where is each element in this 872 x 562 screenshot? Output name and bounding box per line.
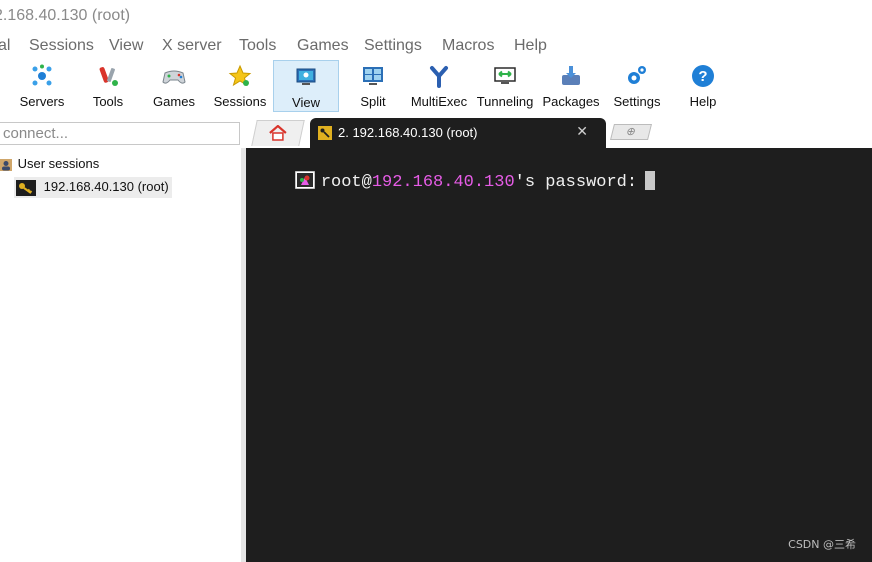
mobaxterm-logo-icon xyxy=(294,170,316,190)
view-button[interactable]: View xyxy=(273,60,339,112)
games-button[interactable]: Games xyxy=(142,60,206,112)
split-icon xyxy=(363,67,383,85)
sessions-star-icon xyxy=(228,64,252,87)
user-sessions-folder[interactable]: User sessions xyxy=(0,156,99,172)
terminal-cursor xyxy=(645,171,656,190)
menu-xserver[interactable]: X server xyxy=(162,37,222,55)
tools-label: Tools xyxy=(92,94,124,109)
menu-macros[interactable]: Macros xyxy=(442,37,494,55)
sessions-label: Sessions xyxy=(213,94,267,109)
tunneling-icon xyxy=(494,67,516,84)
settings-gear-icon xyxy=(628,66,646,84)
quick-connect-input[interactable]: connect... xyxy=(0,122,240,145)
help-button[interactable]: ? Help xyxy=(671,60,735,112)
password-prompt-line: root@192.168.40.130's password: xyxy=(254,152,656,211)
settings-label: Settings xyxy=(613,94,661,109)
window-title: 2.168.40.130 (root) xyxy=(0,7,131,24)
tunneling-button[interactable]: Tunneling xyxy=(473,60,537,112)
menu-terminal[interactable]: al xyxy=(0,37,10,55)
multiexec-label: MultiExec xyxy=(410,94,468,109)
menu-view[interactable]: View xyxy=(109,37,143,55)
sessions-sidebar: User sessions 192.168.40.130 (root) xyxy=(0,148,241,562)
packages-label: Packages xyxy=(542,94,600,109)
menu-sessions[interactable]: Sessions xyxy=(29,37,94,55)
session-label: 192.168.40.130 (root) xyxy=(43,179,169,194)
games-label: Games xyxy=(153,94,195,109)
ssh-key-icon xyxy=(318,126,332,140)
view-label: View xyxy=(292,95,320,110)
help-label: Help xyxy=(689,94,717,109)
svg-text:?: ? xyxy=(698,68,707,85)
servers-button[interactable]: Servers xyxy=(10,60,74,112)
multiexec-button[interactable]: MultiExec xyxy=(407,60,471,112)
toolbar: Servers Tools Games Sessions View Split … xyxy=(0,58,872,118)
session-item[interactable]: 192.168.40.130 (root) xyxy=(14,177,172,198)
sessions-button[interactable]: Sessions xyxy=(208,60,272,112)
tab-session[interactable]: 2. 192.168.40.130 (root) ✕ xyxy=(310,118,606,148)
watermark: CSDN @三希 xyxy=(788,538,856,551)
prompt-suffix: 's password: xyxy=(514,173,638,192)
multiexec-icon xyxy=(430,66,448,88)
prompt-host: 192.168.40.130 xyxy=(371,173,515,192)
servers-label: Servers xyxy=(19,94,65,109)
packages-icon xyxy=(562,66,580,85)
games-icon xyxy=(162,70,186,84)
help-icon: ? xyxy=(692,65,714,87)
user-sessions-label: User sessions xyxy=(17,156,100,171)
home-tab[interactable] xyxy=(251,120,305,146)
home-icon xyxy=(269,124,287,141)
tools-button[interactable]: Tools xyxy=(76,60,140,112)
packages-button[interactable]: Packages xyxy=(539,60,603,112)
tab-bar: 2. 192.168.40.130 (root) ✕ ⊕ xyxy=(246,116,872,148)
view-icon xyxy=(296,68,316,85)
split-label: Split xyxy=(360,94,386,109)
settings-button[interactable]: Settings xyxy=(605,60,669,112)
tab-session-label: 2. 192.168.40.130 (root) xyxy=(338,125,478,140)
menu-tools[interactable]: Tools xyxy=(239,37,276,55)
ssh-key-icon xyxy=(16,179,36,196)
menu-games[interactable]: Games xyxy=(297,37,349,55)
title-bar: 2.168.40.130 (root) xyxy=(0,0,872,32)
tab-close-icon[interactable]: ✕ xyxy=(576,123,588,140)
tunneling-label: Tunneling xyxy=(476,94,534,109)
terminal-pane[interactable]: root@192.168.40.130's password: CSDN @三希 xyxy=(246,148,872,562)
prompt-user: root@ xyxy=(320,173,372,192)
split-button[interactable]: Split xyxy=(341,60,405,112)
menu-bar: al Sessions View X server Tools Games Se… xyxy=(0,34,872,58)
tools-icon xyxy=(99,67,118,86)
menu-settings[interactable]: Settings xyxy=(364,37,422,55)
menu-help[interactable]: Help xyxy=(514,37,547,55)
servers-icon xyxy=(32,64,52,86)
user-folder-icon xyxy=(0,158,12,171)
new-tab-button[interactable]: ⊕ xyxy=(610,124,652,140)
